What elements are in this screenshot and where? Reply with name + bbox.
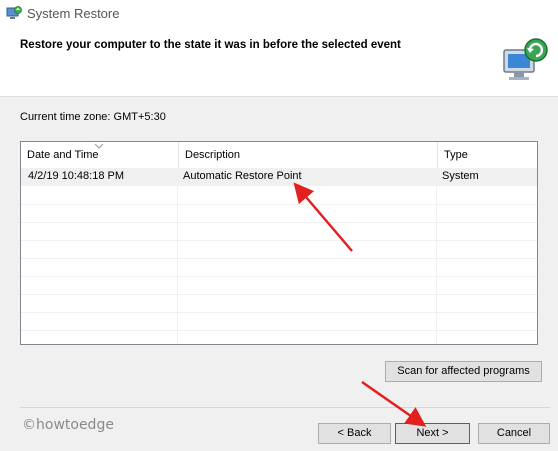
column-divider xyxy=(177,168,178,344)
column-header-date-and-time[interactable]: Date and Time xyxy=(21,142,178,168)
column-header-type[interactable]: Type xyxy=(437,142,537,168)
grid-line xyxy=(21,330,537,331)
table-row[interactable]: 4/2/19 10:48:18 PM Automatic Restore Poi… xyxy=(21,168,537,186)
next-button[interactable]: Next > xyxy=(395,423,470,444)
watermark: ©howtoedge xyxy=(22,417,114,433)
cancel-button[interactable]: Cancel xyxy=(478,423,550,444)
column-divider xyxy=(436,168,437,344)
grid-line xyxy=(21,222,537,223)
column-label: Type xyxy=(444,149,468,161)
instruction-text: Restore your computer to the state it wa… xyxy=(20,39,401,51)
grid-line xyxy=(21,258,537,259)
header-panel: Restore your computer to the state it wa… xyxy=(0,28,558,97)
restore-computer-icon xyxy=(503,38,548,80)
cell-date: 4/2/19 10:48:18 PM xyxy=(28,170,125,182)
annotation-arrow xyxy=(361,380,427,427)
column-header-description[interactable]: Description xyxy=(178,142,437,168)
grid-line xyxy=(21,276,537,277)
footer-divider xyxy=(20,407,550,408)
restore-points-list[interactable]: Date and Time Description Type 4/2/19 10… xyxy=(20,141,538,345)
timezone-label: Current time zone: GMT+5:30 xyxy=(20,111,166,123)
grid-line xyxy=(21,294,537,295)
column-label: Date and Time xyxy=(27,149,99,161)
back-button[interactable]: < Back xyxy=(318,423,391,444)
title-bar: System Restore xyxy=(0,0,558,28)
cell-description: Automatic Restore Point xyxy=(183,170,302,182)
sort-arrow-icon xyxy=(94,143,104,149)
grid-line xyxy=(21,240,537,241)
cell-type: System xyxy=(442,170,479,182)
scan-affected-programs-button[interactable]: Scan for affected programs xyxy=(385,361,542,382)
system-restore-icon xyxy=(6,6,22,19)
grid-line xyxy=(21,312,537,313)
column-label: Description xyxy=(185,149,241,161)
window-title: System Restore xyxy=(27,6,120,21)
grid-line xyxy=(21,204,537,205)
